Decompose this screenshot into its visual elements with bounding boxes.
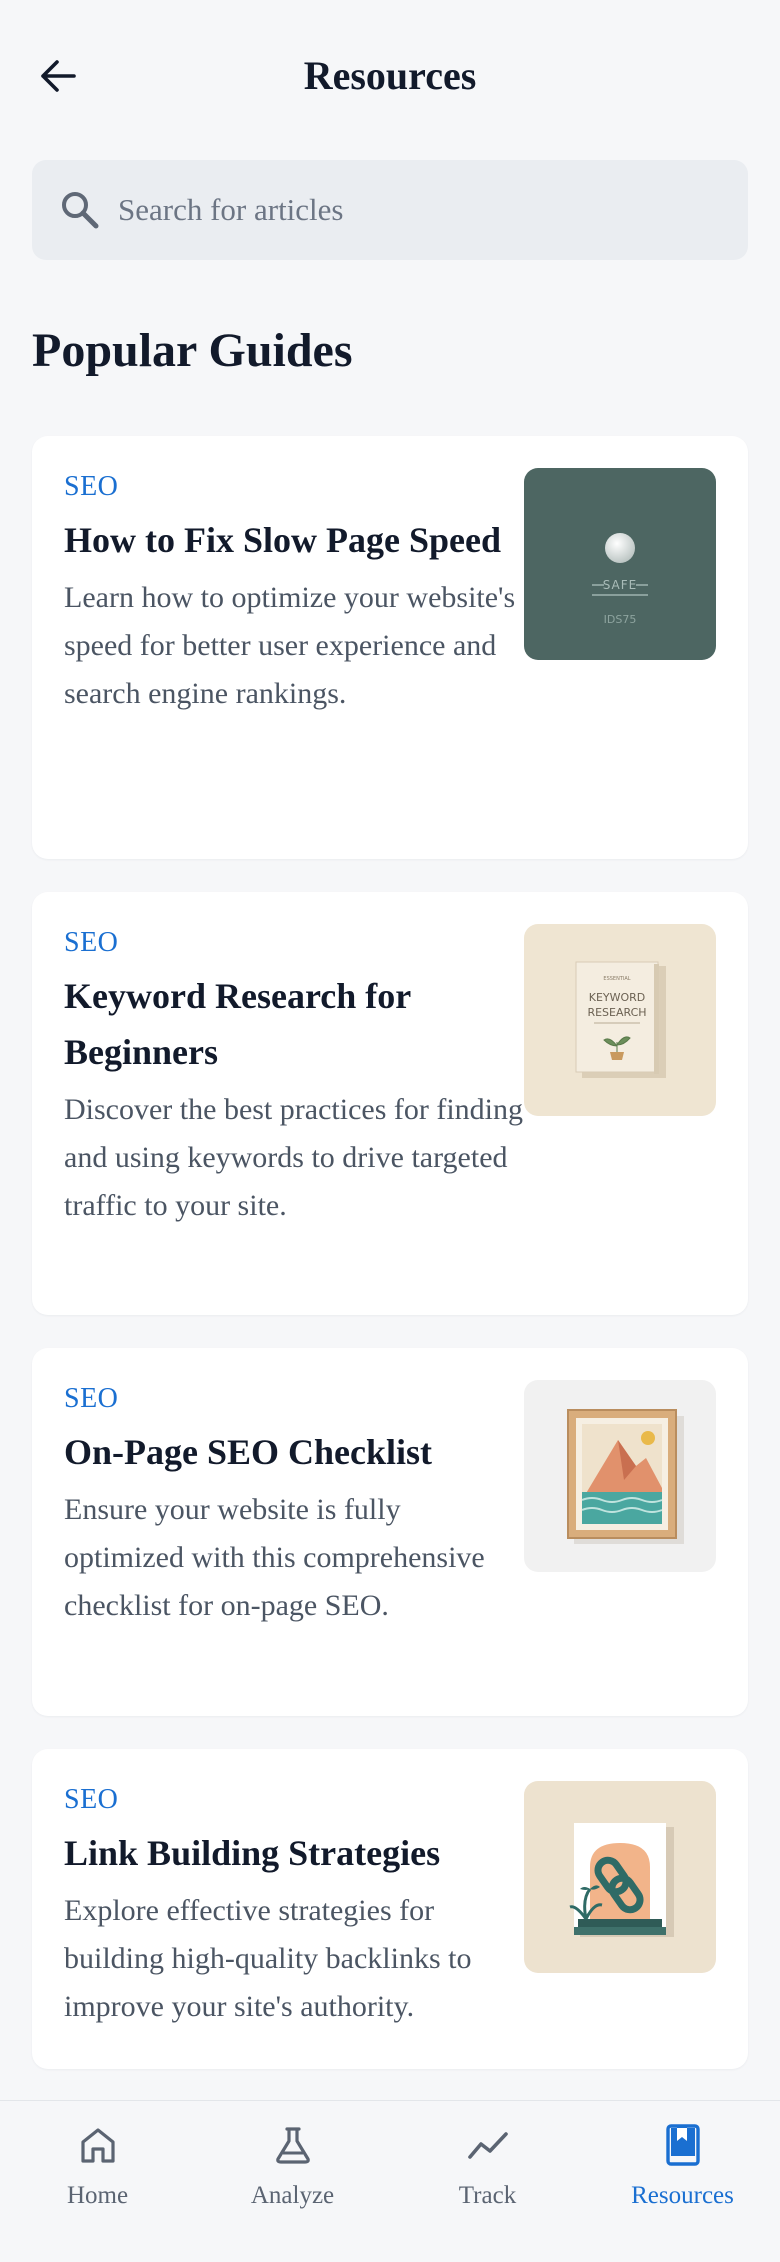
article-text: SEO Link Building Strategies Explore eff… (64, 1749, 526, 2031)
section-title: Popular Guides (32, 324, 353, 377)
category-tag: SEO (64, 471, 119, 502)
article-card-link-building[interactable]: SEO Link Building Strategies Explore eff… (32, 1749, 748, 2069)
article-title: How to Fix Slow Page Speed (64, 520, 501, 560)
svg-text:RESEARCH: RESEARCH (587, 1006, 646, 1019)
bottom-navigation: Home Analyze Track Resources (0, 2100, 780, 2262)
nav-item-home[interactable]: Home (0, 2101, 195, 2262)
article-text: SEO How to Fix Slow Page Speed Learn how… (64, 436, 526, 718)
category-tag: SEO (64, 1784, 119, 1815)
article-thumbnail: SAFE IDS75 (524, 468, 716, 660)
trend-line-icon (462, 2119, 514, 2171)
svg-text:KEYWORD: KEYWORD (589, 991, 646, 1004)
flask-icon (267, 2119, 319, 2171)
article-text: SEO On-Page SEO Checklist Ensure your we… (64, 1348, 526, 1630)
search-bar[interactable] (32, 160, 748, 260)
framed-mountain-illustration (567, 1409, 684, 1544)
article-description: Ensure your website is fully optimized w… (64, 1493, 485, 1622)
article-title: Link Building Strategies (64, 1833, 441, 1873)
top-app-bar: Resources (0, 0, 780, 150)
search-input[interactable] (118, 192, 718, 228)
nav-label: Analyze (250, 2182, 335, 2209)
article-card-keyword-research[interactable]: SEO Keyword Research for Beginners Disco… (32, 892, 748, 1315)
nav-item-resources[interactable]: Resources (585, 2101, 780, 2262)
page-title: Resources (303, 53, 477, 98)
thumbnail-subcaption: IDS75 (604, 613, 637, 626)
article-title: On-Page SEO Checklist (64, 1432, 433, 1472)
nav-label: Resources (631, 2182, 734, 2209)
article-description: Discover the best practices for finding … (64, 1093, 524, 1222)
article-thumbnail (524, 1781, 716, 1973)
article-card-page-speed[interactable]: SEO How to Fix Slow Page Speed Learn how… (32, 436, 748, 859)
article-description: Learn how to optimize your website's spe… (64, 581, 516, 710)
safe-dial-illustration: SAFE IDS75 (592, 533, 648, 626)
category-tag: SEO (64, 927, 119, 958)
article-thumbnail: ESSENTIAL KEYWORD RESEARCH (524, 924, 716, 1116)
book-illustration: ESSENTIAL KEYWORD RESEARCH (575, 961, 666, 1078)
nav-label: Track (458, 2182, 517, 2209)
nav-item-track[interactable]: Track (390, 2101, 585, 2262)
nav-item-analyze[interactable]: Analyze (195, 2101, 390, 2262)
search-icon (60, 190, 100, 230)
nav-label: Home (66, 2182, 129, 2209)
home-icon (72, 2119, 124, 2171)
article-title: Keyword Research for Beginners (64, 976, 411, 1072)
article-thumbnail (524, 1380, 716, 1572)
svg-text:ESSENTIAL: ESSENTIAL (603, 976, 630, 982)
bookmark-book-icon (657, 2119, 709, 2171)
thumbnail-caption: SAFE (603, 578, 638, 592)
article-card-on-page-checklist[interactable]: SEO On-Page SEO Checklist Ensure your we… (32, 1348, 748, 1716)
chain-link-illustration (569, 1823, 674, 1937)
article-description: Explore effective strategies for buildin… (64, 1894, 472, 2023)
category-tag: SEO (64, 1383, 119, 1414)
article-text: SEO Keyword Research for Beginners Disco… (64, 892, 526, 1230)
